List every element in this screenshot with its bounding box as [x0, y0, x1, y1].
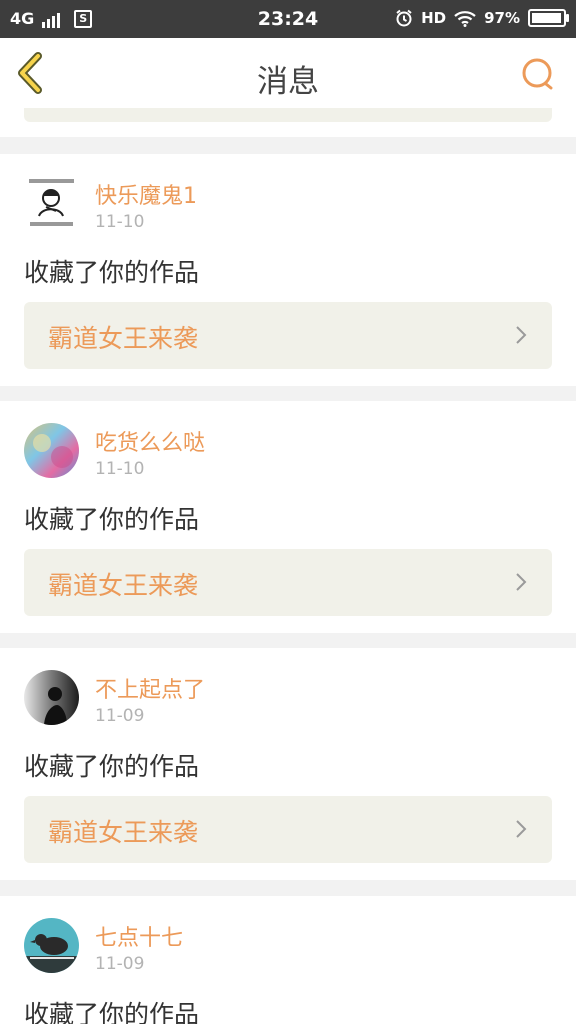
- chevron-right-icon: [516, 326, 527, 344]
- user-avatar[interactable]: [24, 670, 79, 725]
- alarm-icon: [396, 9, 412, 27]
- work-link[interactable]: 霸道女王来袭: [24, 302, 552, 369]
- previous-card-tail: [0, 108, 576, 137]
- status-right: HD 97%: [395, 9, 569, 27]
- action-text: 收藏了你的作品: [24, 258, 200, 287]
- work-title: 霸道女王来袭: [48, 324, 199, 353]
- message-card[interactable]: 不上起点了 11-09 收藏了你的作品 霸道女王来袭: [0, 648, 576, 880]
- chevron-right-icon: [516, 820, 527, 838]
- bird-avatar-icon: [24, 918, 79, 973]
- work-link[interactable]: 霸道女王来袭: [24, 549, 552, 616]
- status-bar: 4G S 23:24 HD 97%: [0, 0, 576, 38]
- work-title: 霸道女王来袭: [48, 571, 199, 600]
- watercolor-avatar-icon: [24, 423, 79, 478]
- dark-photo-avatar-icon: [24, 670, 79, 725]
- message-date: 11-09: [95, 954, 145, 974]
- message-card[interactable]: 快乐魔鬼1 11-10 收藏了你的作品 霸道女王来袭: [0, 154, 576, 386]
- work-link[interactable]: 霸道女王来袭: [24, 796, 552, 863]
- message-date: 11-09: [95, 706, 145, 726]
- previous-work-box: [24, 108, 552, 122]
- battery-icon: [528, 9, 569, 27]
- username[interactable]: 不上起点了: [95, 672, 205, 704]
- user-avatar[interactable]: [24, 176, 79, 231]
- work-title: 霸道女王来袭: [48, 818, 199, 847]
- action-text: 收藏了你的作品: [24, 505, 200, 534]
- username[interactable]: 快乐魔鬼1: [95, 178, 197, 210]
- message-card[interactable]: 七点十七 11-09 收藏了你的作品: [0, 896, 576, 1024]
- nav-bar: 消息: [0, 38, 576, 109]
- message-card[interactable]: 吃货么么哒 11-10 收藏了你的作品 霸道女王来袭: [0, 401, 576, 633]
- page-title: 消息: [257, 64, 319, 100]
- username[interactable]: 吃货么么哒: [95, 425, 205, 457]
- message-date: 11-10: [95, 459, 145, 479]
- message-date: 11-10: [95, 212, 145, 232]
- user-avatar[interactable]: [24, 918, 79, 973]
- hd-indicator: HD: [421, 9, 447, 27]
- username[interactable]: 七点十七: [95, 920, 183, 952]
- user-avatar[interactable]: [24, 423, 79, 478]
- action-text: 收藏了你的作品: [24, 1000, 200, 1024]
- battery-level: [532, 13, 562, 23]
- action-text: 收藏了你的作品: [24, 752, 200, 781]
- message-list[interactable]: 快乐魔鬼1 11-10 收藏了你的作品 霸道女王来袭 吃货么么哒 11-10 收…: [0, 108, 576, 1024]
- battery-percent: 97%: [484, 9, 520, 27]
- wifi-icon: [454, 10, 476, 27]
- chevron-right-icon: [516, 573, 527, 591]
- sketch-avatar-icon: [24, 176, 79, 231]
- search-icon[interactable]: [518, 56, 558, 92]
